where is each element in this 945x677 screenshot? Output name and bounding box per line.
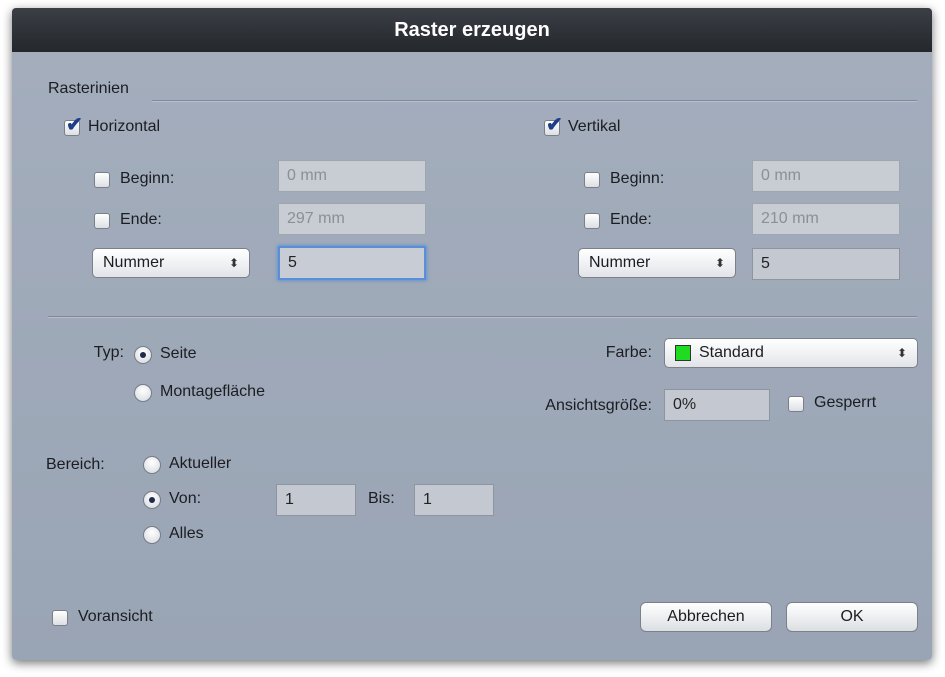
locked-checkbox[interactable] bbox=[788, 396, 804, 412]
color-swatch bbox=[675, 345, 691, 361]
type-option-seite: Seite bbox=[160, 345, 197, 362]
horizontal-begin-label: Beginn: bbox=[120, 170, 175, 187]
color-label: Farbe: bbox=[605, 344, 652, 361]
color-select[interactable]: Standard ⬍ bbox=[664, 338, 918, 368]
range-to-label: Bis: bbox=[368, 490, 395, 507]
check-icon: ✔ bbox=[66, 114, 83, 136]
horizontal-count-value: 5 bbox=[288, 254, 297, 271]
ok-button[interactable]: OK bbox=[786, 602, 918, 632]
vertical-begin-value: 0 mm bbox=[761, 167, 801, 184]
vertical-end-field[interactable]: 210 mm bbox=[752, 203, 900, 235]
vertical-count-value: 5 bbox=[761, 255, 770, 272]
range-option-current: Aktueller bbox=[169, 455, 232, 472]
cancel-button[interactable]: Abbrechen bbox=[640, 602, 772, 632]
vertical-begin-label: Beginn: bbox=[610, 170, 665, 187]
horizontal-checkbox[interactable]: ✔ bbox=[64, 115, 83, 136]
vertical-end-value: 210 mm bbox=[761, 210, 819, 227]
range-from-field[interactable]: 1 bbox=[276, 484, 356, 516]
vertical-end-label: Ende: bbox=[610, 211, 652, 228]
type-radio-montageflaeche[interactable] bbox=[134, 384, 152, 402]
section-divider-top bbox=[152, 100, 917, 101]
range-radio-current[interactable] bbox=[143, 456, 161, 474]
horizontal-end-field[interactable]: 297 mm bbox=[278, 203, 426, 235]
section-label-rasterlinien: Rasterinien bbox=[48, 80, 129, 97]
range-to-field[interactable]: 1 bbox=[414, 484, 494, 516]
range-option-all: Alles bbox=[169, 525, 204, 542]
horizontal-begin-field[interactable]: 0 mm bbox=[278, 160, 426, 192]
range-radio-from[interactable] bbox=[143, 491, 161, 509]
horizontal-mode-value: Nummer bbox=[103, 254, 165, 271]
type-label: Typ: bbox=[93, 344, 124, 361]
range-radio-all[interactable] bbox=[143, 526, 161, 544]
updown-arrows-icon: ⬍ bbox=[714, 256, 725, 270]
range-to-value: 1 bbox=[423, 491, 432, 508]
vertical-checkbox[interactable]: ✔ bbox=[544, 115, 563, 136]
vertical-count-field[interactable]: 5 bbox=[752, 248, 900, 280]
view-size-value: 0% bbox=[673, 396, 697, 413]
radio-dot-icon bbox=[149, 497, 155, 503]
radio-dot-icon bbox=[140, 352, 146, 358]
type-radio-seite[interactable] bbox=[134, 346, 152, 364]
vertical-begin-checkbox[interactable] bbox=[584, 172, 600, 188]
section-divider-middle bbox=[48, 316, 917, 317]
horizontal-begin-value: 0 mm bbox=[287, 167, 327, 184]
horizontal-begin-checkbox[interactable] bbox=[94, 172, 110, 188]
horizontal-end-value: 297 mm bbox=[287, 210, 345, 227]
range-from-value: 1 bbox=[285, 491, 294, 508]
check-icon: ✔ bbox=[546, 114, 563, 136]
updown-arrows-icon: ⬍ bbox=[228, 256, 239, 270]
view-size-label: Ansichtsgröße: bbox=[545, 397, 652, 414]
dialog-title: Raster erzeugen bbox=[12, 8, 932, 52]
vertical-mode-value: Nummer bbox=[589, 254, 651, 271]
horizontal-count-field[interactable]: 5 bbox=[278, 246, 426, 280]
type-option-montageflaeche: Montagefläche bbox=[160, 383, 265, 400]
horizontal-label: Horizontal bbox=[88, 118, 161, 135]
updown-arrows-icon: ⬍ bbox=[896, 346, 907, 360]
horizontal-mode-select[interactable]: Nummer ⬍ bbox=[92, 248, 250, 278]
preview-checkbox[interactable] bbox=[52, 610, 68, 626]
color-value: Standard bbox=[699, 344, 764, 361]
locked-label: Gesperrt bbox=[814, 394, 877, 411]
horizontal-end-checkbox[interactable] bbox=[94, 213, 110, 229]
vertical-label: Vertikal bbox=[568, 118, 621, 135]
vertical-mode-select[interactable]: Nummer ⬍ bbox=[578, 248, 736, 278]
horizontal-end-label: Ende: bbox=[120, 211, 162, 228]
range-option-from: Von: bbox=[169, 490, 202, 507]
range-label: Bereich: bbox=[46, 456, 105, 473]
vertical-begin-field[interactable]: 0 mm bbox=[752, 160, 900, 192]
vertical-end-checkbox[interactable] bbox=[584, 213, 600, 229]
view-size-field[interactable]: 0% bbox=[664, 389, 770, 421]
raster-dialog: Raster erzeugen Rasterinien ✔ Horizontal… bbox=[12, 8, 932, 660]
preview-label: Voransicht bbox=[78, 608, 153, 625]
